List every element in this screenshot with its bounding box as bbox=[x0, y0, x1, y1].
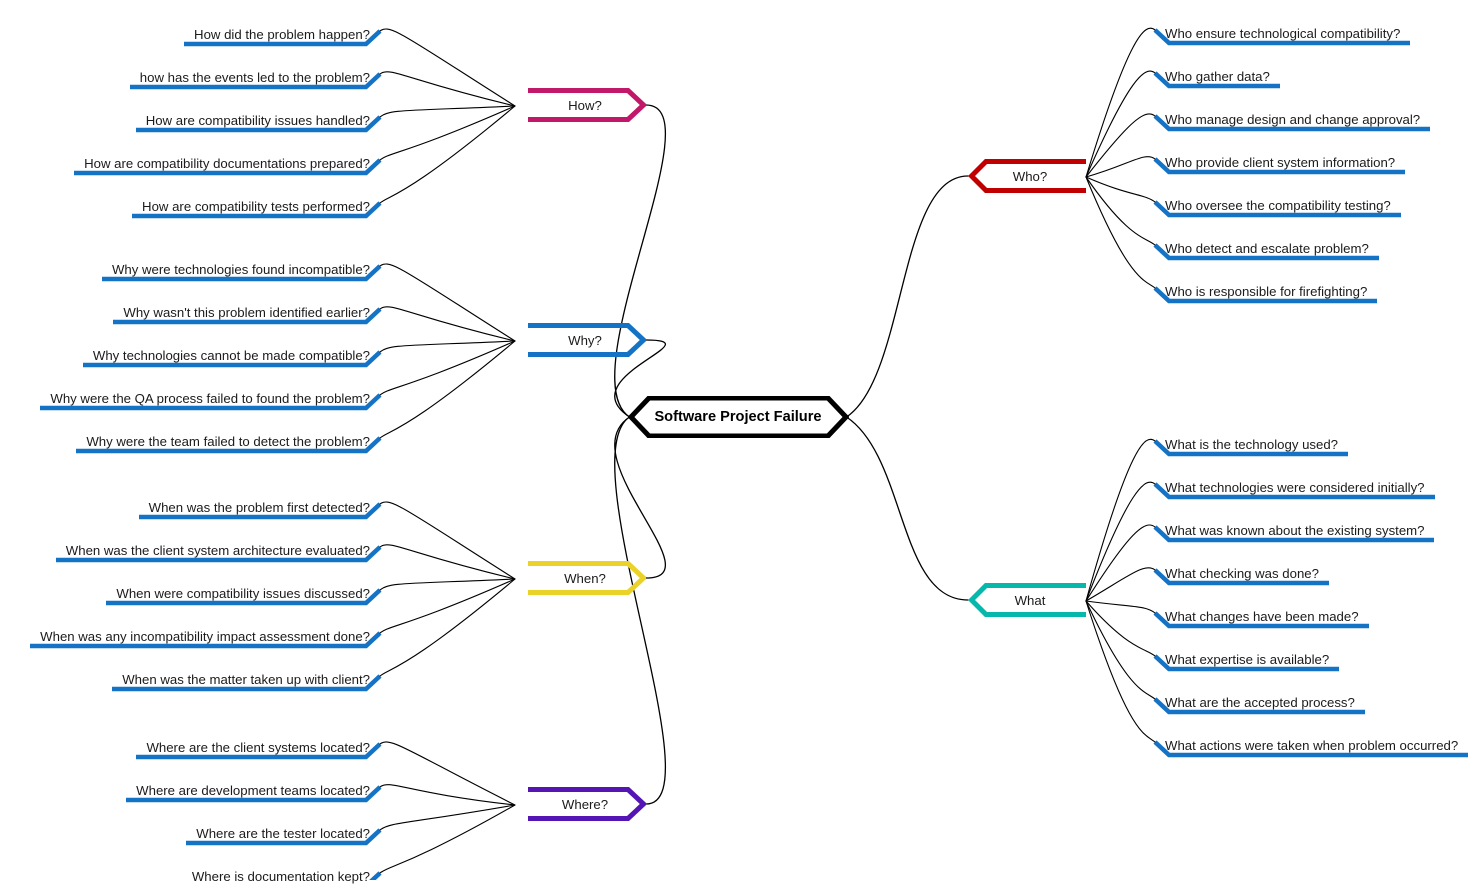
leaf-node[interactable]: Who ensure technological compatibility? bbox=[1155, 16, 1410, 50]
leaf-node[interactable]: Why wasn't this problem identified earli… bbox=[113, 295, 380, 329]
leaf-node[interactable]: What actions were taken when problem occ… bbox=[1155, 728, 1468, 762]
branch-node-label-when: When? bbox=[564, 570, 606, 586]
leaf-node[interactable]: Who manage design and change approval? bbox=[1155, 102, 1430, 136]
leaf-node[interactable]: Why technologies cannot be made compatib… bbox=[83, 338, 380, 372]
leaf-node[interactable]: How are compatibility documentations pre… bbox=[74, 146, 380, 180]
leaf-node[interactable]: Who gather data? bbox=[1155, 59, 1280, 93]
branch-node-label-why: Why? bbox=[568, 332, 602, 348]
leaf-node-label: When was the client system architecture … bbox=[65, 543, 370, 558]
leaf-node-label: When was any incompatibility impact asse… bbox=[40, 629, 370, 644]
leaf-node[interactable]: What is the technology used? bbox=[1155, 427, 1348, 461]
leaf-node[interactable]: Who is responsible for firefighting? bbox=[1155, 274, 1377, 308]
center-node[interactable]: Software Project Failure bbox=[627, 396, 849, 438]
leaf-node-label: Who gather data? bbox=[1165, 69, 1270, 84]
leaf-node-label: Who is responsible for firefighting? bbox=[1165, 284, 1368, 299]
leaf-node[interactable]: When was any incompatibility impact asse… bbox=[30, 619, 380, 653]
leaf-node-label: how has the events led to the problem? bbox=[139, 70, 370, 85]
leaf-node-label: What changes have been made? bbox=[1165, 609, 1359, 624]
leaf-node-label: Why were the QA process failed to found … bbox=[50, 391, 370, 406]
leaf-node[interactable]: What checking was done? bbox=[1155, 556, 1329, 590]
leaf-node-label: Where are development teams located? bbox=[136, 783, 370, 798]
leaf-node[interactable]: When was the matter taken up with client… bbox=[112, 662, 380, 696]
leaf-node[interactable]: Where are the client systems located? bbox=[136, 730, 380, 764]
leaf-node[interactable]: Who oversee the compatibility testing? bbox=[1155, 188, 1401, 222]
leaf-node[interactable]: What are the accepted process? bbox=[1155, 685, 1365, 719]
leaf-node[interactable]: Where are development teams located? bbox=[126, 773, 380, 807]
leaf-node-label: Who oversee the compatibility testing? bbox=[1165, 198, 1391, 213]
leaf-node-label: Who provide client system information? bbox=[1165, 155, 1396, 170]
branch-node-label-how: How? bbox=[568, 97, 602, 113]
leaf-node-label: How are compatibility issues handled? bbox=[145, 113, 370, 128]
leaf-node[interactable]: What was known about the existing system… bbox=[1155, 513, 1434, 547]
leaf-node-label: Why were technologies found incompatible… bbox=[111, 262, 370, 277]
leaf-node-label: When was the problem first detected? bbox=[148, 500, 370, 515]
center-node-label: Software Project Failure bbox=[654, 409, 822, 425]
leaf-node[interactable]: What changes have been made? bbox=[1155, 599, 1369, 633]
branch-node-how[interactable]: How? bbox=[528, 88, 646, 122]
leaf-node[interactable]: What expertise is available? bbox=[1155, 642, 1339, 676]
leaf-node[interactable]: When was the client system architecture … bbox=[56, 533, 380, 567]
mindmap-canvas: Software Project Failure How? How did the … bbox=[0, 0, 1477, 884]
branch-node-when[interactable]: When? bbox=[528, 561, 646, 595]
leaf-node-label: How did the problem happen? bbox=[194, 27, 370, 42]
leaf-node-label: What technologies were considered initia… bbox=[1165, 480, 1425, 495]
leaf-node-label: Why technologies cannot be made compatib… bbox=[92, 348, 370, 363]
leaf-node-label: What actions were taken when problem occ… bbox=[1165, 738, 1459, 753]
leaf-node[interactable]: Why were technologies found incompatible… bbox=[102, 252, 380, 286]
leaf-node[interactable]: How did the problem happen? bbox=[184, 17, 380, 51]
leaf-node-label: When were compatibility issues discussed… bbox=[116, 586, 370, 601]
leaf-node[interactable]: When were compatibility issues discussed… bbox=[106, 576, 380, 610]
leaf-node-label: When was the matter taken up with client… bbox=[122, 672, 370, 687]
leaf-node-label: Who manage design and change approval? bbox=[1165, 112, 1421, 127]
leaf-node-label: Who detect and escalate problem? bbox=[1165, 241, 1369, 256]
leaf-node[interactable]: When was the problem first detected? bbox=[139, 490, 380, 524]
leaf-node[interactable]: how has the events led to the problem? bbox=[130, 60, 380, 94]
leaf-node[interactable]: Who provide client system information? bbox=[1155, 145, 1405, 179]
leaf-node-label: What are the accepted process? bbox=[1165, 695, 1355, 710]
leaf-node[interactable]: What technologies were considered initia… bbox=[1155, 470, 1435, 504]
leaf-node-label: How are compatibility tests performed? bbox=[142, 199, 370, 214]
leaf-node[interactable]: How are compatibility tests performed? bbox=[132, 189, 380, 223]
leaf-node-label: Why were the team failed to detect the p… bbox=[86, 434, 370, 449]
leaf-node-label: What was known about the existing system… bbox=[1165, 523, 1425, 538]
leaf-node-label: Where is documentation kept? bbox=[191, 869, 370, 884]
leaf-node[interactable]: Who detect and escalate problem? bbox=[1155, 231, 1379, 265]
leaf-node[interactable]: Why were the team failed to detect the p… bbox=[76, 424, 380, 458]
leaf-node-label: What is the technology used? bbox=[1165, 437, 1339, 452]
leaf-node-label: Why wasn't this problem identified earli… bbox=[123, 305, 370, 320]
branch-node-what[interactable]: What bbox=[968, 583, 1086, 617]
branch-node-label-what: What bbox=[1014, 592, 1046, 608]
leaf-node-label: Where are the client systems located? bbox=[146, 740, 370, 755]
leaf-node-label: What checking was done? bbox=[1165, 566, 1319, 581]
leaf-node-label: What expertise is available? bbox=[1165, 652, 1330, 667]
leaf-node[interactable]: How are compatibility issues handled? bbox=[136, 103, 380, 137]
branch-node-where[interactable]: Where? bbox=[528, 787, 646, 821]
branch-node-label-who: Who? bbox=[1012, 168, 1048, 184]
leaf-node[interactable]: Where is documentation kept? bbox=[182, 859, 380, 893]
leaf-node[interactable]: Where are the tester located? bbox=[186, 816, 380, 850]
leaf-node-label: Where are the tester located? bbox=[196, 826, 370, 841]
leaf-node-label: Who ensure technological compatibility? bbox=[1165, 26, 1401, 41]
branch-node-who[interactable]: Who? bbox=[968, 159, 1086, 193]
leaf-node[interactable]: Why were the QA process failed to found … bbox=[40, 381, 380, 415]
leaf-node-label: How are compatibility documentations pre… bbox=[84, 156, 370, 171]
branch-node-label-where: Where? bbox=[561, 796, 609, 812]
branch-node-why[interactable]: Why? bbox=[528, 323, 646, 357]
